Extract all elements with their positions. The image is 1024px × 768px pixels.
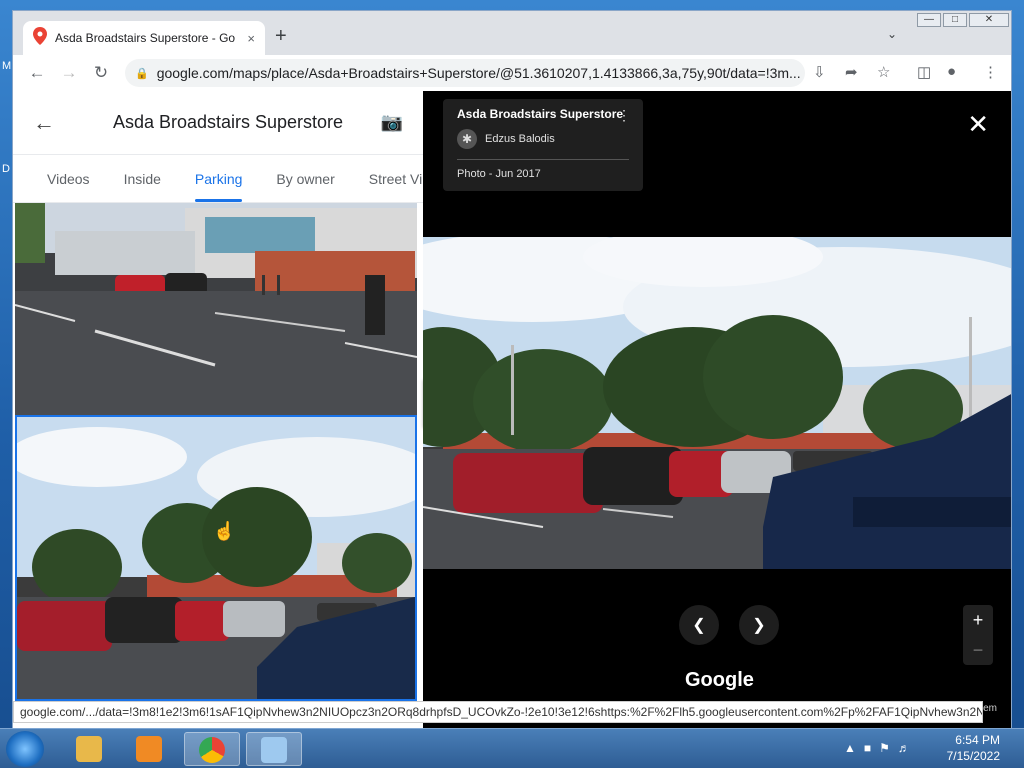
control-panel-icon [261, 737, 287, 763]
zoom-in-button[interactable]: + [963, 605, 993, 635]
author-name: Edzus Balodis [485, 133, 555, 145]
add-photo-camera-icon[interactable]: 📷 [373, 112, 403, 133]
main-photo[interactable] [423, 237, 1011, 569]
lock-icon: 🔒 [135, 67, 149, 80]
address-bar[interactable]: 🔒 google.com/maps/place/Asda+Broadstairs… [125, 59, 805, 87]
tab-close-icon[interactable]: × [247, 31, 255, 46]
desktop-icon-label: M [2, 60, 12, 72]
address-url: google.com/maps/place/Asda+Broadstairs+S… [156, 65, 801, 81]
tab-by-owner[interactable]: By owner [242, 155, 334, 202]
forward-arrow-icon[interactable]: → [53, 63, 85, 83]
maps-pin-icon [33, 26, 47, 50]
maximize-button[interactable]: □ [943, 13, 967, 27]
tab-parking[interactable]: Parking [161, 155, 243, 202]
tab-search-chevron-icon[interactable]: ⌄ [887, 27, 897, 41]
taskbar-explorer[interactable] [62, 732, 118, 766]
tab-street-view[interactable]: Street Vi [335, 155, 422, 202]
page-content: ← Asda Broadstairs Superstore 📷 Videos I… [13, 91, 1011, 729]
reload-icon[interactable]: ↻ [85, 63, 117, 83]
google-logo: Google [685, 669, 754, 691]
taskbar: ▲■⚑♬ 6:54 PM 7/15/2022 [0, 728, 1024, 768]
taskbar-chrome[interactable] [184, 732, 240, 766]
tab-videos[interactable]: Videos [13, 155, 90, 202]
tab-title: Asda Broadstairs Superstore - Go [55, 31, 236, 45]
menu-kebab-icon[interactable]: ⋮ [983, 63, 998, 81]
place-photos-panel: ← Asda Broadstairs Superstore 📷 Videos I… [13, 91, 423, 729]
close-window-button[interactable]: ✕ [969, 13, 1009, 27]
tab-inside[interactable]: Inside [90, 155, 161, 202]
tray-icons[interactable]: ▲■⚑♬ [844, 741, 918, 755]
side-panel-icon[interactable]: ◫ [917, 63, 931, 81]
status-bar-link: google.com/.../data=!3m8!1e2!3m6!1sAF1Qi… [13, 701, 983, 723]
taskbar-media-player[interactable] [122, 732, 178, 766]
divider [457, 159, 629, 160]
back-arrow-icon[interactable]: ← [21, 63, 53, 83]
next-photo-button[interactable]: ❯ [739, 605, 779, 645]
media-player-icon [136, 736, 162, 762]
photo-viewer: Asda Broadstairs Superstore ⋮ ✱ Edzus Ba… [423, 91, 1011, 729]
tab-bar: Asda Broadstairs Superstore - Go × + ⌄ —… [13, 11, 1011, 55]
new-tab-button[interactable]: + [275, 25, 287, 48]
viewer-place-name[interactable]: Asda Broadstairs Superstore [457, 107, 629, 121]
close-icon[interactable]: ✕ [967, 109, 989, 140]
author-avatar-icon: ✱ [457, 129, 477, 149]
clock-date[interactable]: 7/15/2022 [947, 749, 1000, 763]
taskbar-control-panel[interactable] [246, 732, 302, 766]
desktop-icon-label: D [2, 163, 10, 175]
minimize-button[interactable]: — [917, 13, 941, 27]
zoom-control: + − [963, 605, 993, 665]
more-options-icon[interactable]: ⋮ [617, 107, 631, 124]
photo-author[interactable]: ✱ Edzus Balodis [457, 129, 629, 149]
start-button[interactable] [6, 731, 44, 767]
back-arrow-icon[interactable]: ← [33, 110, 83, 136]
photo-date: Photo - Jun 2017 [457, 168, 541, 180]
browser-tab[interactable]: Asda Broadstairs Superstore - Go × [23, 21, 265, 55]
zoom-out-button[interactable]: − [963, 635, 993, 665]
mouse-cursor-hand-icon: ☝ [213, 521, 236, 541]
share-icon[interactable]: ➦ [845, 63, 858, 81]
place-title: Asda Broadstairs Superstore [112, 112, 344, 132]
browser-toolbar: ← → ↻ 🔒 google.com/maps/place/Asda+Broad… [13, 55, 1011, 91]
browser-window: Asda Broadstairs Superstore - Go × + ⌄ —… [12, 10, 1012, 730]
clock-time[interactable]: 6:54 PM [955, 733, 1000, 747]
previous-photo-button[interactable]: ❮ [679, 605, 719, 645]
photo-info-card: Asda Broadstairs Superstore ⋮ ✱ Edzus Ba… [443, 99, 643, 191]
chrome-icon [199, 737, 225, 763]
folder-icon [76, 736, 102, 762]
place-header: ← Asda Broadstairs Superstore 📷 [13, 91, 423, 155]
photo-thumbnail[interactable] [15, 203, 417, 415]
profile-avatar-icon[interactable]: ● [947, 63, 956, 80]
bookmark-star-icon[interactable]: ☆ [877, 63, 890, 81]
photo-thumbnail-selected[interactable]: ☝ [15, 415, 417, 701]
install-app-icon[interactable]: ⇩ [813, 63, 826, 81]
photo-category-tabs: Videos Inside Parking By owner Street Vi [13, 155, 423, 203]
system-tray: ▲■⚑♬ 6:54 PM 7/15/2022 [824, 729, 1024, 768]
viewer-footer-text: lem [980, 703, 997, 714]
